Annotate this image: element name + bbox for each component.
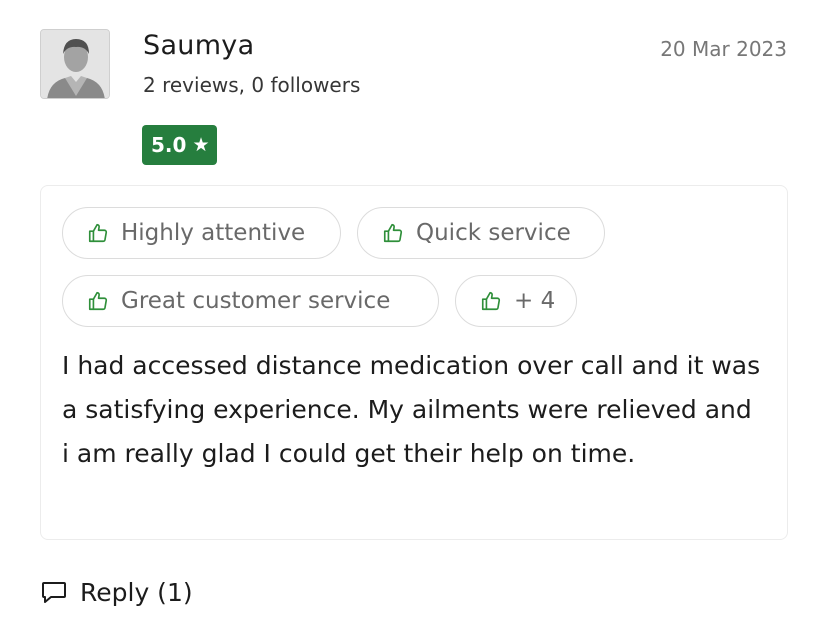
tag-great-customer-service[interactable]: Great customer service xyxy=(62,275,439,327)
review-date: 20 Mar 2023 xyxy=(660,37,787,61)
reply-button[interactable]: Reply (1) xyxy=(40,574,193,610)
tag-label: Highly attentive xyxy=(121,220,306,246)
reviewer-stats: 2 reviews, 0 followers xyxy=(143,73,361,97)
tag-label: + 4 xyxy=(514,288,556,314)
tag-more-button[interactable]: + 4 xyxy=(455,275,577,327)
review-text: I had accessed distance medication over … xyxy=(62,351,761,468)
rating-badge: 5.0 ★ xyxy=(142,125,218,165)
tag-highly-attentive[interactable]: Highly attentive xyxy=(62,207,341,259)
speech-bubble-icon xyxy=(40,578,68,606)
thumbs-up-icon xyxy=(480,290,502,312)
avatar[interactable] xyxy=(40,29,110,99)
star-icon: ★ xyxy=(192,134,210,156)
tag-label: Great customer service xyxy=(121,288,391,314)
thumbs-up-icon xyxy=(87,222,109,244)
tag-label: Quick service xyxy=(416,220,571,246)
review-card: Highly attentive Quick service Great cus… xyxy=(40,185,788,540)
tag-quick-service[interactable]: Quick service xyxy=(357,207,605,259)
reviewer-name[interactable]: Saumya xyxy=(143,28,254,64)
thumbs-up-icon xyxy=(382,222,404,244)
thumbs-up-icon xyxy=(87,290,109,312)
user-silhouette-icon xyxy=(41,30,109,98)
reply-label: Reply (1) xyxy=(80,577,193,607)
rating-value: 5.0 xyxy=(151,133,187,157)
